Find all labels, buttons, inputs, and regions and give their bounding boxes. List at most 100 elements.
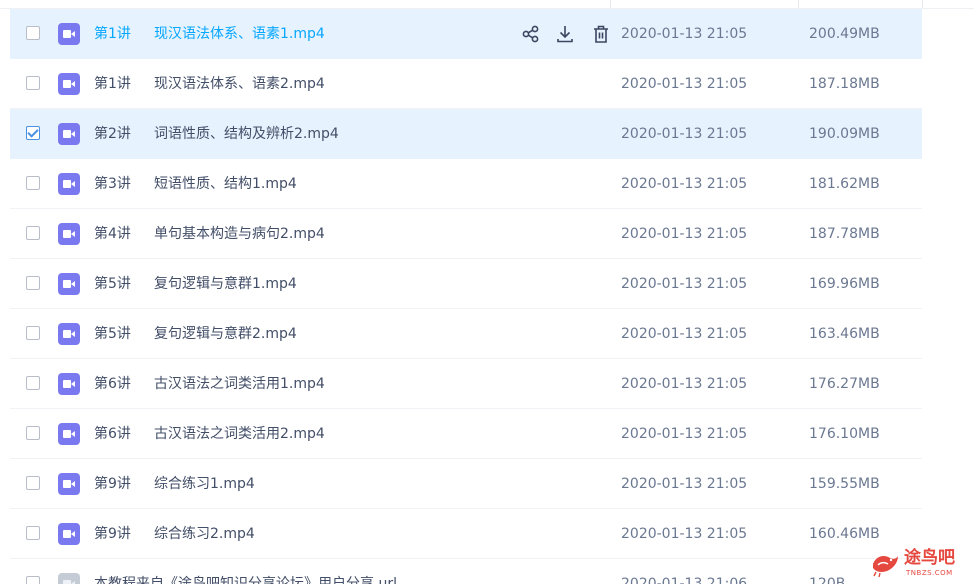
file-size: 181.62MB — [809, 176, 880, 192]
watermark-subtitle: TNBZS.COM — [906, 569, 953, 577]
file-size: 159.55MB — [809, 476, 880, 492]
file-title: 复句逻辑与意群1.mp4 — [154, 276, 297, 292]
file-row[interactable]: 第6讲 古汉语法之词类活用2.mp4 2020-01-13 21:05 176.10M… — [10, 409, 922, 459]
file-title: 本教程来自《途鸟吧知识分享论坛》用户分享.url — [94, 576, 397, 584]
file-row[interactable]: 第9讲 综合练习2.mp4 2020-01-13 21:05 160.46MB — [10, 509, 922, 559]
file-name[interactable]: 第6讲 古汉语法之词类活用1.mp4 — [94, 359, 325, 409]
row-checkbox[interactable] — [26, 26, 40, 40]
file-date: 2020-01-13 21:05 — [621, 476, 748, 492]
link-file-icon — [58, 573, 80, 584]
row-checkbox[interactable] — [26, 476, 40, 490]
file-row[interactable]: 第9讲 综合练习1.mp4 2020-01-13 21:05 159.55MB — [10, 459, 922, 509]
video-file-icon — [58, 423, 80, 445]
row-checkbox[interactable] — [26, 226, 40, 240]
share-icon — [522, 25, 539, 43]
file-date: 2020-01-13 21:05 — [621, 126, 748, 142]
file-name[interactable]: 第6讲 古汉语法之词类活用2.mp4 — [94, 409, 325, 459]
file-chapter: 第3讲 — [94, 176, 131, 192]
file-chapter: 第4讲 — [94, 226, 131, 242]
row-checkbox[interactable] — [26, 176, 40, 190]
file-chapter: 第1讲 — [94, 76, 131, 92]
file-name[interactable]: 第4讲 单句基本构造与病句2.mp4 — [94, 209, 325, 259]
download-button[interactable] — [554, 22, 576, 46]
file-name[interactable]: 第2讲 词语性质、结构及辨析2.mp4 — [94, 109, 339, 159]
file-title: 综合练习2.mp4 — [154, 526, 255, 542]
file-row[interactable]: 第1讲 现汉语法体系、语素1.mp4 2020-01-13 21:05 200.49M… — [10, 9, 922, 59]
file-chapter: 第2讲 — [94, 126, 131, 142]
file-date: 2020-01-13 21:05 — [621, 276, 748, 292]
file-size: 187.78MB — [809, 226, 880, 242]
column-header-strip — [0, 0, 974, 9]
row-checkbox[interactable] — [26, 576, 40, 584]
column-divider — [922, 0, 923, 8]
file-title: 复句逻辑与意群2.mp4 — [154, 326, 297, 342]
row-checkbox[interactable] — [26, 276, 40, 290]
file-chapter: 第5讲 — [94, 326, 131, 342]
file-title: 短语性质、结构1.mp4 — [154, 176, 297, 192]
file-date: 2020-01-13 21:05 — [621, 26, 748, 42]
video-file-icon — [58, 373, 80, 395]
file-name[interactable]: 本教程来自《途鸟吧知识分享论坛》用户分享.url — [94, 559, 397, 584]
file-date: 2020-01-13 21:06 — [621, 576, 748, 584]
file-row[interactable]: 第2讲 词语性质、结构及辨析2.mp4 2020-01-13 21:05 190.09… — [10, 109, 922, 159]
video-file-icon — [58, 173, 80, 195]
file-chapter: 第5讲 — [94, 276, 131, 292]
file-size: 187.18MB — [809, 76, 880, 92]
video-file-icon — [58, 223, 80, 245]
file-name[interactable]: 第1讲 现汉语法体系、语素2.mp4 — [94, 59, 325, 109]
video-file-icon — [58, 23, 80, 45]
file-chapter: 第9讲 — [94, 526, 131, 542]
file-chapter: 第9讲 — [94, 476, 131, 492]
file-size: 176.27MB — [809, 376, 880, 392]
row-checkbox[interactable] — [26, 326, 40, 340]
row-checkbox[interactable] — [26, 426, 40, 440]
delete-button[interactable] — [590, 22, 612, 46]
file-size: 163.46MB — [809, 326, 880, 342]
file-row[interactable]: 第5讲 复句逻辑与意群1.mp4 2020-01-13 21:05 169.96MB — [10, 259, 922, 309]
file-title: 现汉语法体系、语素1.mp4 — [154, 26, 325, 42]
file-chapter: 第1讲 — [94, 26, 131, 42]
file-title: 综合练习1.mp4 — [154, 476, 255, 492]
row-checkbox[interactable] — [26, 526, 40, 540]
trash-icon — [594, 25, 608, 43]
file-size: 200.49MB — [809, 26, 880, 42]
file-chapter: 第6讲 — [94, 426, 131, 442]
file-name[interactable]: 第5讲 复句逻辑与意群1.mp4 — [94, 259, 297, 309]
row-checkbox[interactable] — [26, 126, 40, 140]
share-button[interactable] — [520, 22, 542, 46]
bird-logo-icon — [873, 556, 898, 578]
row-checkbox[interactable] — [26, 376, 40, 390]
file-title: 词语性质、结构及辨析2.mp4 — [154, 126, 339, 142]
file-date: 2020-01-13 21:05 — [621, 226, 748, 242]
file-row[interactable]: 第3讲 短语性质、结构1.mp4 2020-01-13 21:05 181.62MB — [10, 159, 922, 209]
file-row[interactable]: 第5讲 复句逻辑与意群2.mp4 2020-01-13 21:05 163.46MB — [10, 309, 922, 359]
file-row[interactable]: 本教程来自《途鸟吧知识分享论坛》用户分享.url 2020-01-13 21:06… — [10, 559, 922, 584]
file-row[interactable]: 第6讲 古汉语法之词类活用1.mp4 2020-01-13 21:05 176.27M… — [10, 359, 922, 409]
video-file-icon — [58, 473, 80, 495]
file-size: 120B — [809, 576, 846, 584]
file-chapter: 第6讲 — [94, 376, 131, 392]
file-name[interactable]: 第3讲 短语性质、结构1.mp4 — [94, 159, 297, 209]
file-name[interactable]: 第1讲 现汉语法体系、语素1.mp4 — [94, 9, 325, 59]
row-checkbox[interactable] — [26, 76, 40, 90]
file-list-view: 第1讲 现汉语法体系、语素1.mp4 2020-01-13 21:05 200.49M… — [0, 0, 974, 584]
watermark-title: 途鸟吧 — [904, 548, 955, 568]
file-row[interactable]: 第1讲 现汉语法体系、语素2.mp4 2020-01-13 21:05 187.18M… — [10, 59, 922, 109]
file-size: 176.10MB — [809, 426, 880, 442]
file-date: 2020-01-13 21:05 — [621, 376, 748, 392]
file-size: 190.09MB — [809, 126, 880, 142]
video-file-icon — [58, 523, 80, 545]
video-file-icon — [58, 123, 80, 145]
watermark: 途鸟吧 TNBZS.COM — [870, 548, 966, 580]
file-name[interactable]: 第5讲 复句逻辑与意群2.mp4 — [94, 309, 297, 359]
video-file-icon — [58, 323, 80, 345]
file-title: 单句基本构造与病句2.mp4 — [154, 226, 325, 242]
column-divider — [798, 0, 799, 8]
file-date: 2020-01-13 21:05 — [621, 76, 748, 92]
file-list: 第1讲 现汉语法体系、语素1.mp4 2020-01-13 21:05 200.49M… — [10, 9, 922, 584]
file-name[interactable]: 第9讲 综合练习2.mp4 — [94, 509, 255, 559]
column-divider — [610, 0, 611, 8]
file-title: 现汉语法体系、语素2.mp4 — [154, 76, 325, 92]
file-name[interactable]: 第9讲 综合练习1.mp4 — [94, 459, 255, 509]
file-row[interactable]: 第4讲 单句基本构造与病句2.mp4 2020-01-13 21:05 187.78M… — [10, 209, 922, 259]
